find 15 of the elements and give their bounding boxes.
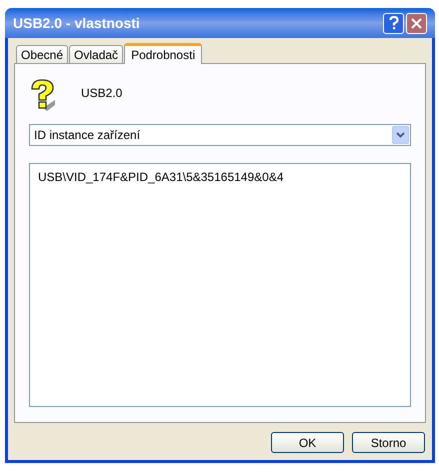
dropdown-arrow-button[interactable] — [392, 126, 409, 144]
close-icon — [411, 18, 422, 28]
window-title: USB2.0 - vlastnosti — [13, 14, 141, 32]
property-dropdown[interactable]: ID instance zařízení — [29, 124, 411, 146]
dialog-button[interactable]: OK — [271, 432, 344, 453]
tab[interactable]: Obecné — [16, 45, 68, 63]
dialog-button[interactable]: Storno — [352, 432, 425, 453]
close-button[interactable] — [406, 12, 427, 34]
tab[interactable]: Ovladač — [69, 45, 124, 63]
device-name: USB2.0 — [81, 85, 122, 102]
help-button[interactable] — [383, 12, 404, 34]
chevron-down-icon — [396, 132, 405, 138]
help-icon — [388, 16, 398, 30]
tab[interactable]: Podrobnosti — [124, 43, 202, 64]
list-item[interactable]: USB\VID_174F&PID_6A31\5&35165149&0&4 — [38, 168, 402, 186]
